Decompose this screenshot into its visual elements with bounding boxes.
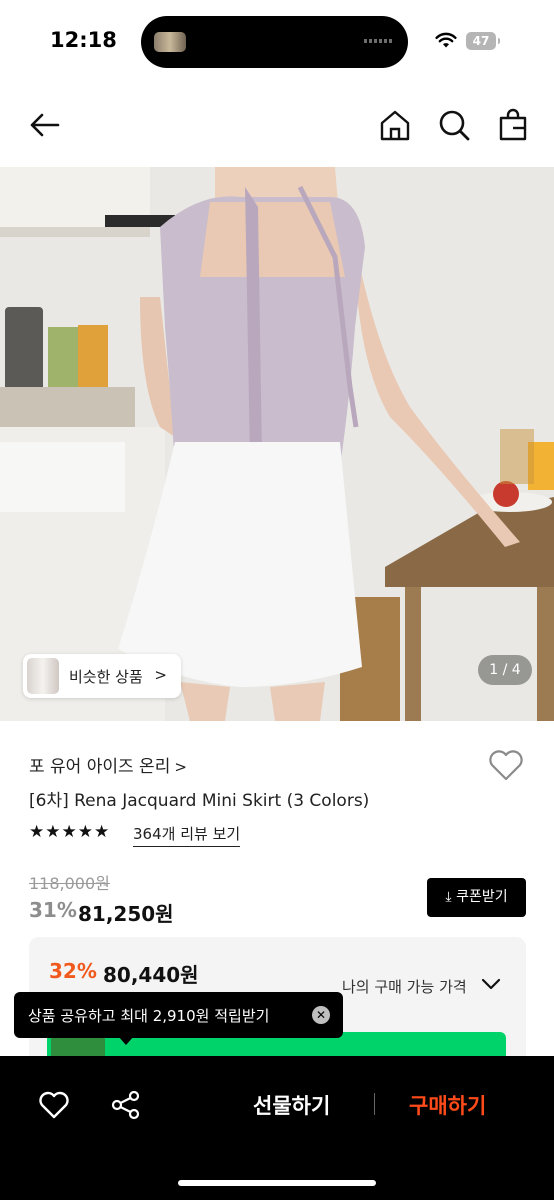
wifi-icon	[435, 32, 457, 48]
wishlist-heart-icon[interactable]	[38, 1090, 70, 1120]
home-indicator	[178, 1180, 376, 1186]
discount-rate: 31%	[29, 898, 77, 922]
back-arrow-icon[interactable]	[27, 108, 61, 142]
coupon-button-label: 쿠폰받기	[456, 889, 508, 905]
chevron-right-icon: >	[174, 758, 187, 776]
download-icon: ⤓	[445, 889, 452, 905]
battery-indicator: 47	[466, 32, 500, 50]
waveform-icon	[364, 39, 392, 43]
original-price: 118,000원	[29, 874, 110, 893]
status-bar: 12:18 47	[0, 0, 554, 84]
similar-products-thumbnail	[27, 658, 59, 694]
top-navigation	[0, 96, 554, 158]
close-icon[interactable]: ✕	[312, 1006, 330, 1024]
now-playing-thumbnail	[154, 32, 186, 52]
chevron-right-icon: >	[154, 666, 167, 684]
image-counter: 1 / 4	[478, 655, 532, 685]
my-price-label: 나의 구매 가능 가격	[342, 978, 467, 996]
divider	[374, 1093, 375, 1115]
brand-link[interactable]: 포 유어 아이즈 온리 >	[29, 752, 187, 777]
status-time: 12:18	[50, 28, 117, 52]
product-image-carousel[interactable]: 비슷한 상품 > 1 / 4	[0, 167, 554, 721]
tooltip-pointer	[118, 1036, 134, 1045]
buy-button[interactable]: 구매하기	[409, 1090, 486, 1120]
product-name: [6차] Rena Jacquard Mini Skirt (3 Colors)	[29, 791, 370, 811]
share-icon[interactable]	[111, 1090, 141, 1120]
dynamic-island	[141, 16, 408, 68]
review-link[interactable]: 364개 리뷰 보기	[133, 823, 241, 847]
search-icon[interactable]	[437, 108, 471, 142]
heart-icon[interactable]	[487, 748, 525, 782]
similar-products-label: 비슷한 상품	[69, 668, 143, 686]
home-icon[interactable]	[378, 108, 412, 142]
shopping-bag-icon[interactable]	[496, 108, 530, 142]
brand-name: 포 유어 아이즈 온리	[29, 757, 171, 777]
tooltip-text: 상품 공유하고 최대 2,910원 적립받기	[28, 1007, 270, 1025]
gift-button[interactable]: 선물하기	[253, 1090, 330, 1120]
chevron-down-icon[interactable]	[481, 977, 501, 991]
bottom-action-bar: 선물하기 구매하기	[0, 1056, 554, 1200]
sale-price: 81,250원	[78, 902, 174, 926]
similar-products-button[interactable]: 비슷한 상품 >	[23, 654, 181, 698]
coupon-button[interactable]: ⤓ 쿠폰받기	[427, 878, 526, 917]
share-reward-tooltip: 상품 공유하고 최대 2,910원 적립받기 ✕	[14, 992, 343, 1038]
star-rating: ★★★★★	[29, 822, 111, 842]
product-photo	[0, 167, 554, 721]
best-discount-rate: 32%	[49, 959, 97, 983]
best-price: 80,440원	[103, 963, 199, 987]
